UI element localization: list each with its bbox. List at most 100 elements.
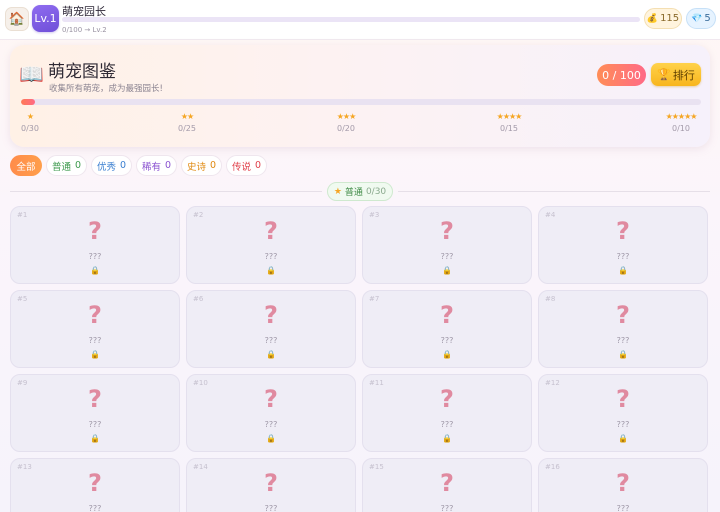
tier-stars: ★★★★	[496, 112, 523, 121]
filter-count: 0	[209, 160, 217, 171]
tier-count: 0/25	[178, 124, 196, 133]
rank-button[interactable]: 🏆 排行	[651, 63, 701, 86]
section-label: 普通	[344, 188, 363, 198]
pet-name: ???	[440, 504, 454, 512]
pet-name: ???	[264, 252, 278, 261]
coin-counter[interactable]: 💰 115	[644, 8, 682, 29]
pet-name: ???	[616, 420, 630, 429]
filter-legendary[interactable]: 传说 0	[226, 155, 267, 176]
pet-card[interactable]: #13????🔒	[10, 458, 180, 512]
filter-count: 0	[74, 160, 82, 171]
home-button[interactable]: 🏠	[5, 7, 29, 31]
pet-name: ???	[440, 252, 454, 261]
book-icon: 📖	[19, 62, 44, 86]
pet-card[interactable]: #5???? 🔒	[10, 290, 180, 368]
star-icon: ★	[333, 186, 342, 197]
tier-count: 0/10	[672, 124, 690, 133]
lock-icon: 🔒	[266, 350, 276, 359]
pet-name: ???	[88, 504, 102, 512]
lock-icon: 🔒	[618, 350, 628, 359]
filter-all[interactable]: 全部	[10, 155, 42, 176]
unknown-pet-icon: ?	[616, 385, 630, 413]
pet-card[interactable]: #6???? 🔒	[186, 290, 356, 368]
lock-icon: 🔒	[442, 434, 452, 443]
unknown-pet-icon: ?	[440, 301, 454, 329]
pet-card[interactable]: #1???? 🔒	[10, 206, 180, 284]
pet-name: ???	[264, 336, 278, 345]
tier-2: ★★ 0/25	[172, 112, 202, 134]
diamond-icon: 💎	[691, 13, 703, 24]
pet-card[interactable]: #14????🔒	[186, 458, 356, 512]
lock-icon: 🔒	[442, 266, 452, 275]
tier-5: ★★★★★ 0/10	[660, 112, 702, 134]
pet-card[interactable]: #9???? 🔒	[10, 374, 180, 452]
pet-card[interactable]: #7???? 🔒	[362, 290, 532, 368]
lock-icon: 🔒	[90, 266, 100, 275]
tier-stars: ★★★	[336, 112, 357, 121]
filter-count: 0	[119, 160, 127, 171]
collection-progress-bar	[21, 99, 701, 105]
lock-icon: 🔒	[266, 434, 276, 443]
unknown-pet-icon: ?	[88, 301, 102, 329]
collection-title: 萌宠图鉴	[48, 62, 116, 82]
collection-subtitle: 收集所有萌宠，成为最强园长!	[49, 84, 163, 94]
collection-progress-badge: 0 / 100	[597, 64, 646, 86]
pet-card[interactable]: #2???? 🔒	[186, 206, 356, 284]
filter-good[interactable]: 优秀 0	[91, 155, 132, 176]
unknown-pet-icon: ?	[440, 217, 454, 245]
tier-stars: ★★	[180, 112, 194, 121]
lock-icon: 🔒	[618, 266, 628, 275]
filter-epic[interactable]: 史诗 0	[181, 155, 222, 176]
unknown-pet-icon: ?	[616, 217, 630, 245]
filter-count: 0	[254, 160, 262, 171]
unknown-pet-icon: ?	[440, 469, 454, 497]
top-bar: 🏠 Lv.1 萌宠园长 0/100 → Lv.2 💰 115 💎 5	[0, 0, 720, 40]
pet-card[interactable]: #10???? 🔒	[186, 374, 356, 452]
xp-text: 0/100 → Lv.2	[62, 26, 107, 34]
gem-counter[interactable]: 💎 5	[686, 8, 716, 29]
lock-icon: 🔒	[90, 434, 100, 443]
gem-count: 5	[704, 13, 711, 24]
unknown-pet-icon: ?	[264, 385, 278, 413]
filter-rare[interactable]: 稀有 0	[136, 155, 177, 176]
lock-icon: 🔒	[618, 434, 628, 443]
collection-progress-fill	[21, 99, 35, 105]
tier-stars: ★	[26, 112, 34, 121]
pet-name: ???	[88, 420, 102, 429]
section-header-common: ★ 普通 0/30	[327, 182, 393, 201]
pet-card[interactable]: #11???? 🔒	[362, 374, 532, 452]
filter-count: 0	[164, 160, 172, 171]
tier-count: 0/15	[500, 124, 518, 133]
level-badge: Lv.1	[32, 5, 59, 32]
filter-label: 传说	[231, 161, 251, 173]
pet-card[interactable]: #4???? 🔒	[538, 206, 708, 284]
tier-3: ★★★ 0/20	[329, 112, 363, 134]
xp-bar	[62, 17, 640, 22]
unknown-pet-icon: ?	[88, 385, 102, 413]
pet-card[interactable]: #12???? 🔒	[538, 374, 708, 452]
unknown-pet-icon: ?	[264, 217, 278, 245]
pet-card[interactable]: #3???? 🔒	[362, 206, 532, 284]
unknown-pet-icon: ?	[440, 385, 454, 413]
tier-4: ★★★★ 0/15	[491, 112, 527, 134]
home-icon: 🏠	[8, 11, 26, 27]
section-divider-left	[10, 191, 322, 192]
pet-card[interactable]: #15????🔒	[362, 458, 532, 512]
pet-name: ???	[264, 420, 278, 429]
lock-icon: 🔒	[442, 350, 452, 359]
filter-label: 全部	[16, 161, 36, 173]
pet-name: ???	[616, 336, 630, 345]
tier-stars: ★★★★★	[665, 112, 698, 121]
pet-name: ???	[616, 504, 630, 512]
filter-label: 普通	[51, 161, 71, 173]
pet-name: ???	[264, 504, 278, 512]
coin-count: 115	[660, 13, 680, 24]
pet-name: ???	[440, 336, 454, 345]
section-count: 0/30	[365, 186, 387, 197]
tier-count: 0/20	[337, 124, 355, 133]
unknown-pet-icon: ?	[88, 217, 102, 245]
pet-card[interactable]: #8???? 🔒	[538, 290, 708, 368]
pet-card[interactable]: #16????🔒	[538, 458, 708, 512]
filter-common[interactable]: 普通 0	[46, 155, 87, 176]
filter-label: 史诗	[186, 161, 206, 173]
